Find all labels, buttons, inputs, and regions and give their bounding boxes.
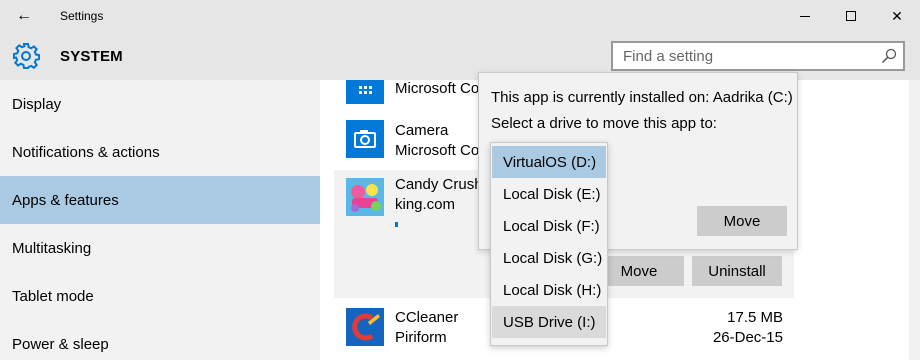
sidebar-item-apps-features[interactable]: Apps & features bbox=[0, 176, 320, 224]
app-name: Camera bbox=[395, 122, 449, 139]
back-button[interactable]: ← bbox=[8, 2, 40, 30]
candy-icon bbox=[346, 178, 384, 216]
drive-option-f[interactable]: Local Disk (F:) bbox=[492, 210, 606, 242]
progress-indicator bbox=[395, 222, 398, 227]
title-bar: ← Settings ✕ bbox=[0, 0, 920, 32]
app-name: Candy Crush bbox=[395, 176, 483, 193]
candy-crush-icon bbox=[346, 178, 384, 216]
calculator-icon bbox=[359, 86, 372, 94]
close-icon: ✕ bbox=[891, 7, 903, 24]
search-icon[interactable] bbox=[881, 48, 897, 64]
app-install-date: 26-Dec-15 bbox=[712, 329, 783, 346]
installed-location-text: This app is currently installed on: Aadr… bbox=[491, 89, 793, 106]
drive-option-h[interactable]: Local Disk (H:) bbox=[492, 274, 606, 306]
camera-app-icon bbox=[346, 120, 384, 158]
drive-option-i[interactable]: USB Drive (I:) bbox=[492, 306, 606, 338]
search-input[interactable] bbox=[613, 43, 873, 69]
select-drive-prompt: Select a drive to move this app to: bbox=[491, 115, 717, 132]
sidebar-item-notifications[interactable]: Notifications & actions bbox=[0, 128, 320, 176]
drive-option-d[interactable]: VirtualOS (D:) bbox=[492, 146, 606, 178]
ccleaner-logo-icon bbox=[346, 308, 384, 346]
sidebar-item-display[interactable]: Display bbox=[0, 80, 320, 128]
app-size: 17.5 MB bbox=[727, 309, 783, 326]
app-publisher: king.com bbox=[395, 196, 456, 213]
drive-option-g[interactable]: Local Disk (G:) bbox=[492, 242, 606, 274]
minimize-icon bbox=[800, 15, 810, 17]
maximize-icon bbox=[846, 11, 856, 21]
app-grid-icon bbox=[346, 80, 384, 104]
drive-option-e[interactable]: Local Disk (E:) bbox=[492, 178, 606, 210]
close-button[interactable]: ✕ bbox=[874, 0, 920, 32]
app-publisher: Microsoft Co bbox=[395, 142, 480, 159]
scrollbar[interactable] bbox=[909, 80, 920, 360]
camera-icon bbox=[354, 130, 376, 148]
ccleaner-icon bbox=[346, 308, 384, 346]
maximize-button[interactable] bbox=[828, 0, 874, 32]
minimize-button[interactable] bbox=[782, 0, 828, 32]
app-publisher: Microsoft Co bbox=[395, 80, 480, 97]
flyout-move-button[interactable]: Move bbox=[697, 206, 787, 236]
search-box[interactable] bbox=[611, 41, 905, 71]
app-name: CCleaner bbox=[395, 309, 459, 326]
sidebar-item-tablet-mode[interactable]: Tablet mode bbox=[0, 272, 320, 320]
window-title: Settings bbox=[60, 9, 104, 23]
drive-dropdown[interactable]: VirtualOS (D:) Local Disk (E:) Local Dis… bbox=[490, 142, 608, 346]
sidebar-item-power-sleep[interactable]: Power & sleep bbox=[0, 320, 320, 360]
sidebar: Display Notifications & actions Apps & f… bbox=[0, 80, 320, 360]
back-arrow-icon: ← bbox=[16, 7, 32, 24]
section-title: SYSTEM bbox=[60, 48, 123, 65]
app-publisher: Piriform bbox=[395, 329, 447, 346]
sidebar-item-multitasking[interactable]: Multitasking bbox=[0, 224, 320, 272]
uninstall-button[interactable]: Uninstall bbox=[692, 256, 782, 286]
gear-icon bbox=[13, 43, 40, 70]
